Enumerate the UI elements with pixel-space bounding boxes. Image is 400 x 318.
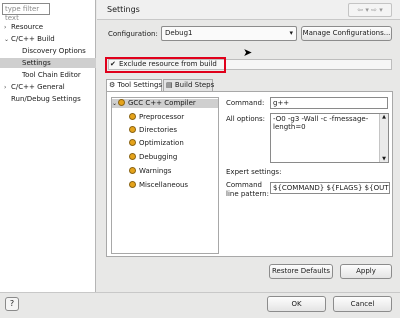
dropdown-arrow-icon[interactable]: ▾ — [289, 27, 293, 40]
collapse-arrow-icon[interactable]: ⌄ — [4, 35, 11, 45]
mouse-cursor-icon: ➤ — [243, 46, 253, 59]
tool-item-label: Miscellaneous — [139, 181, 189, 189]
all-options-line-2: length=0 — [273, 123, 306, 131]
tab-build-steps[interactable]: ▤ Build Steps — [163, 79, 215, 91]
tool-item-gcc-compiler[interactable]: ⌄ GCC C++ Compiler — [112, 99, 218, 108]
gear-icon — [129, 126, 136, 133]
tree-item-label: Discovery Options — [22, 47, 86, 55]
gear-icon — [129, 139, 136, 146]
tool-item-debugging[interactable]: Debugging — [129, 153, 177, 162]
tree-item-label: Run/Debug Settings — [11, 95, 81, 103]
tree-item-tool-chain-editor[interactable]: Tool Chain Editor — [22, 70, 81, 80]
ok-button[interactable]: OK — [267, 296, 326, 312]
tool-item-warnings[interactable]: Warnings — [129, 167, 171, 176]
scroll-down-icon[interactable]: ▼ — [380, 156, 388, 162]
tool-item-label: Debugging — [139, 153, 178, 161]
gear-icon — [129, 167, 136, 174]
tree-item-run-debug-settings[interactable]: Run/Debug Settings — [4, 94, 81, 104]
tool-item-optimization[interactable]: Optimization — [129, 139, 184, 148]
configuration-value: Debug1 — [165, 29, 193, 37]
command-label: Command: — [226, 99, 265, 107]
tree-item-label: Settings — [22, 59, 51, 67]
all-options-line-1: -O0 -g3 -Wall -c -fmessage- — [273, 115, 369, 123]
tool-item-preprocessor[interactable]: Preprocessor — [129, 113, 184, 122]
tool-item-label: Warnings — [139, 167, 172, 175]
tree-item-label: Tool Chain Editor — [22, 71, 81, 79]
expand-arrow-icon[interactable]: › — [4, 23, 11, 33]
command-input[interactable]: g++ — [270, 97, 388, 109]
tree-item-label: C/C++ General — [11, 83, 65, 91]
expert-settings-label: Expert settings: — [226, 168, 282, 176]
collapse-arrow-icon[interactable]: ⌄ — [112, 99, 118, 108]
gear-icon — [118, 99, 125, 106]
tool-item-miscellaneous[interactable]: Miscellaneous — [129, 181, 188, 190]
all-options-label: All options: — [226, 115, 266, 123]
tree-item-label: C/C++ Build — [11, 35, 55, 43]
gear-icon — [129, 113, 136, 120]
tool-item-label: Optimization — [139, 139, 184, 147]
configuration-select[interactable]: Debug1 ▾ — [161, 26, 297, 41]
tree-item-settings[interactable]: Settings — [0, 58, 96, 68]
manage-configurations-button[interactable]: Manage Configurations... — [301, 26, 392, 41]
cancel-button[interactable]: Cancel — [333, 296, 392, 312]
tool-item-directories[interactable]: Directories — [129, 126, 177, 135]
gear-icon — [129, 153, 136, 160]
configuration-label: Configuration: — [108, 30, 158, 38]
tree-item-resource[interactable]: › Resource — [4, 22, 43, 32]
all-options-scrollbar[interactable]: ▲ ▼ — [379, 114, 388, 162]
build-steps-icon: ▤ — [166, 81, 173, 89]
tool-settings-icon: ⚙ — [109, 81, 116, 89]
all-options-textarea[interactable]: -O0 -g3 -Wall -c -fmessage- length=0 — [270, 113, 389, 163]
tab-tool-settings[interactable]: ⚙ Tool Settings — [106, 79, 162, 91]
scroll-up-icon[interactable]: ▲ — [380, 114, 388, 120]
history-nav-buttons[interactable]: ⇦ ▾ ⇨ ▾ — [348, 3, 392, 17]
filter-input[interactable]: type filter text — [2, 3, 50, 22]
command-line-pattern-input[interactable]: ${COMMAND} ${FLAGS} ${OUTI — [270, 182, 390, 194]
tool-item-label: Preprocessor — [139, 113, 185, 121]
gear-icon — [129, 181, 136, 188]
expand-arrow-icon[interactable]: › — [4, 83, 11, 93]
page-title: Settings — [107, 5, 140, 14]
tree-item-discovery-options[interactable]: Discovery Options — [22, 46, 86, 56]
tab-label: Build Steps — [174, 81, 215, 89]
tab-label: Tool Settings — [117, 81, 163, 89]
command-line-pattern-label-2: line pattern: — [226, 190, 269, 198]
help-icon[interactable]: ? — [5, 297, 19, 311]
restore-defaults-button[interactable]: Restore Defaults — [269, 264, 333, 279]
tree-item-cpp-general[interactable]: › C/C++ General — [4, 82, 65, 92]
tool-item-label: Directories — [139, 126, 178, 134]
apply-button[interactable]: Apply — [340, 264, 392, 279]
tool-item-label: GCC C++ Compiler — [128, 99, 196, 107]
highlight-box — [105, 57, 226, 73]
tree-item-label: Resource — [11, 23, 44, 31]
tree-item-cpp-build[interactable]: ⌄ C/C++ Build — [4, 34, 55, 44]
